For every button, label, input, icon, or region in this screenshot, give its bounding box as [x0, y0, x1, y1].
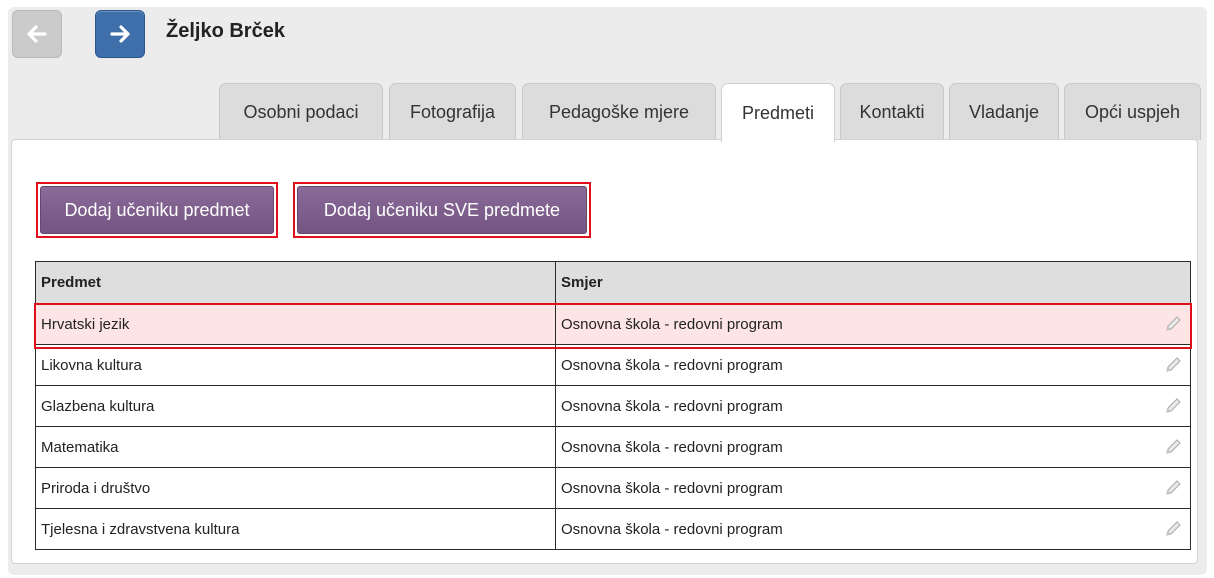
direction-cell: Osnovna škola - redovni program	[555, 508, 1191, 550]
direction-cell: Osnovna škola - redovni program	[555, 385, 1191, 427]
pencil-icon[interactable]	[1164, 315, 1182, 333]
table-header-row: Predmet Smjer	[35, 261, 1191, 304]
table-row[interactable]: Priroda i društvo Osnovna škola - redovn…	[35, 467, 1191, 509]
direction-cell: Osnovna škola - redovni program	[555, 303, 1191, 345]
subject-cell: Hrvatski jezik	[35, 303, 556, 345]
back-button[interactable]	[12, 10, 62, 58]
table-row[interactable]: Likovna kultura Osnovna škola - redovni …	[35, 344, 1191, 386]
student-name-title: Željko Brček	[166, 20, 285, 42]
pencil-icon[interactable]	[1164, 520, 1182, 538]
arrow-right-icon	[110, 25, 130, 43]
subject-cell: Matematika	[35, 426, 556, 468]
subjects-table: Predmet Smjer Hrvatski jezik Osnovna ško…	[35, 261, 1191, 550]
direction-cell: Osnovna škola - redovni program	[555, 344, 1191, 386]
tab-label: Fotografija	[409, 101, 496, 122]
tab-fotografija[interactable]: Fotografija	[389, 83, 516, 140]
forward-button[interactable]	[95, 10, 145, 58]
subject-cell: Tjelesna i zdravstvena kultura	[35, 508, 556, 550]
pencil-icon[interactable]	[1164, 397, 1182, 415]
add-subject-button[interactable]: Dodaj učeniku predmet	[40, 186, 274, 234]
tab-label: Osobni podaci	[243, 101, 359, 122]
table-row[interactable]: Matematika Osnovna škola - redovni progr…	[35, 426, 1191, 468]
pencil-icon[interactable]	[1164, 479, 1182, 497]
direction-text: Osnovna škola - redovni program	[561, 479, 783, 497]
direction-cell: Osnovna škola - redovni program	[555, 467, 1191, 509]
tab-vladanje[interactable]: Vladanje	[949, 83, 1059, 140]
tab-osobni-podaci[interactable]: Osobni podaci	[219, 83, 383, 140]
column-header-predmet[interactable]: Predmet	[35, 261, 556, 304]
table-row[interactable]: Glazbena kultura Osnovna škola - redovni…	[35, 385, 1191, 427]
tab-kontakti[interactable]: Kontakti	[840, 83, 944, 140]
direction-text: Osnovna škola - redovni program	[561, 315, 783, 333]
pencil-icon[interactable]	[1164, 356, 1182, 374]
table-row[interactable]: Hrvatski jezik Osnovna škola - redovni p…	[35, 303, 1191, 345]
pencil-icon[interactable]	[1164, 438, 1182, 456]
direction-text: Osnovna škola - redovni program	[561, 356, 783, 374]
direction-text: Osnovna škola - redovni program	[561, 520, 783, 538]
tab-label: Vladanje	[968, 101, 1040, 122]
column-header-smjer[interactable]: Smjer	[555, 261, 1191, 304]
tab-opci-uspjeh[interactable]: Opći uspjeh	[1064, 83, 1201, 140]
arrow-left-icon	[27, 25, 47, 43]
tab-pedagoske-mjere[interactable]: Pedagoške mjere	[522, 83, 716, 140]
direction-text: Osnovna škola - redovni program	[561, 438, 783, 456]
tab-predmeti[interactable]: Predmeti	[721, 83, 835, 142]
add-all-subjects-button[interactable]: Dodaj učeniku SVE predmete	[297, 186, 587, 234]
tab-label: Predmeti	[741, 102, 815, 123]
tab-label: Pedagoške mjere	[548, 101, 690, 122]
direction-cell: Osnovna škola - redovni program	[555, 426, 1191, 468]
tab-label: Kontakti	[859, 101, 925, 122]
tab-label: Opći uspjeh	[1084, 101, 1181, 122]
direction-text: Osnovna škola - redovni program	[561, 397, 783, 415]
subject-cell: Glazbena kultura	[35, 385, 556, 427]
subject-cell: Priroda i društvo	[35, 467, 556, 509]
subject-cell: Likovna kultura	[35, 344, 556, 386]
table-row[interactable]: Tjelesna i zdravstvena kultura Osnovna š…	[35, 508, 1191, 550]
